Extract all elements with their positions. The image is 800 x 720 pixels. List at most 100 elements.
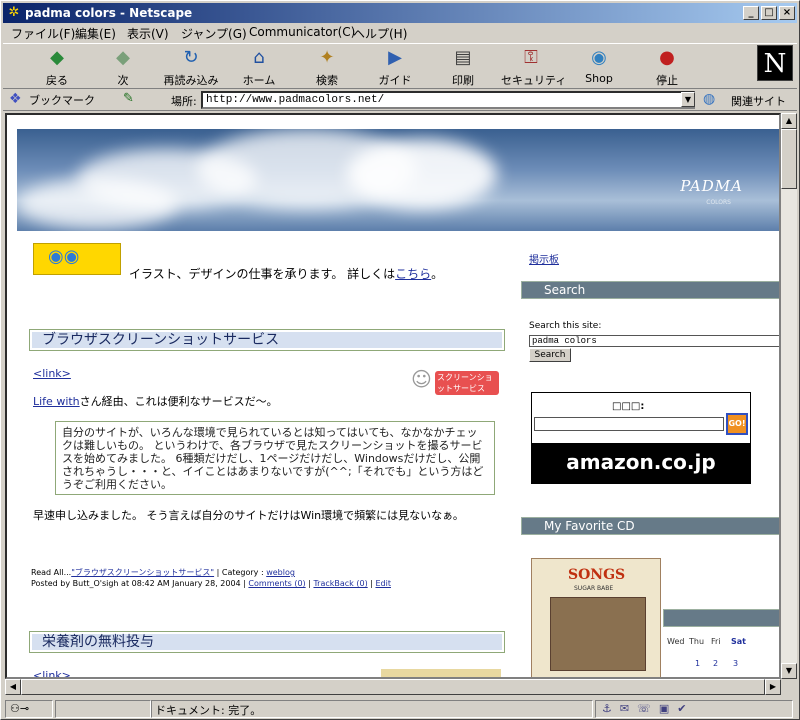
toolbar-button-label: 次 <box>117 74 129 87</box>
character-icon: ☺ <box>411 367 432 391</box>
toolbar-button-forward-arrow[interactable]: ◆ 次 <box>93 46 153 88</box>
toolbar-button-label: 停止 <box>656 74 678 87</box>
post-quote: 自分のサイトが、いろんな環境で見られているとは知ってはいても、なかなかチェックは… <box>55 421 495 495</box>
search-label: Search this site: <box>529 321 602 331</box>
lock-icon: ⚿ <box>524 47 538 68</box>
forward-arrow-icon: ◆ <box>116 47 130 68</box>
life-with-link[interactable]: Life with <box>33 395 80 408</box>
post2-title-box: 栄養剤の無料投与 <box>29 631 505 653</box>
component-icons[interactable]: ⚓✉☏▣✔ <box>602 702 694 715</box>
search-icon: ✦ <box>319 47 335 68</box>
scroll-left-button[interactable]: ◀ <box>5 679 21 695</box>
horizontal-scroll-thumb[interactable] <box>21 679 765 695</box>
horizontal-scrollbar[interactable]: ◀ ▶ <box>5 679 781 695</box>
toolbar-button-print[interactable]: ▤ 印刷 <box>433 46 493 88</box>
toolbar-button-label: セキュリティ <box>501 74 567 87</box>
promo-details-link[interactable]: こちら <box>395 267 431 281</box>
related-sites-button[interactable]: 関連サイト <box>731 93 786 109</box>
trackback-link[interactable]: TrackBack (0) <box>313 579 367 588</box>
edit-link[interactable]: Edit <box>375 579 391 588</box>
toolbar-button-back-arrow[interactable]: ◆ 戻る <box>27 46 87 88</box>
badge-label: スクリーンショットサービス <box>435 371 499 395</box>
location-toolbar: ❖ ブックマーク ✎ 場所: http://www.padmacolors.ne… <box>3 89 797 111</box>
posted-by: Posted by Butt_O'sigh at 08:42 AM Januar… <box>31 579 249 588</box>
promo-illustration: ◉◉ <box>33 243 121 275</box>
cd-artist: SUGAR BABE <box>574 585 614 592</box>
search-button[interactable]: Search <box>529 348 571 362</box>
vertical-scroll-thumb[interactable] <box>781 129 797 189</box>
calendar-day-wed: Wed <box>667 637 685 646</box>
bbs-link[interactable]: 掲示板 <box>529 251 559 266</box>
promo-text: イラスト、デザインの仕事を承ります。 詳しくはこちら。 <box>129 265 443 282</box>
location-input[interactable]: http://www.padmacolors.net/ <box>201 91 695 109</box>
menu-help[interactable]: ヘルプ(H) <box>353 25 407 42</box>
amazon-search-input[interactable] <box>534 417 724 431</box>
scroll-down-button[interactable]: ▼ <box>781 663 797 679</box>
menu-view[interactable]: 表示(V) <box>127 25 169 42</box>
menu-edit[interactable]: 編集(E) <box>75 25 116 42</box>
menu-communicator[interactable]: Communicator(C) <box>249 25 355 39</box>
toolbar-button-shop[interactable]: ◉ Shop <box>569 46 629 88</box>
title-bar[interactable]: ✲ padma colors - Netscape _ □ × <box>3 3 797 23</box>
calendar-date-1[interactable]: 1 <box>695 659 700 668</box>
post2-link[interactable]: <link> <box>33 669 71 677</box>
browser-window: ✲ padma colors - Netscape _ □ × ファイル(F) … <box>0 0 800 720</box>
comments-link[interactable]: Comments (0) <box>248 579 305 588</box>
post2-title[interactable]: 栄養剤の無料投与 <box>32 634 502 650</box>
component-bar: ⚓✉☏▣✔ <box>595 700 793 718</box>
promo-end: 。 <box>431 267 444 281</box>
vertical-scrollbar[interactable]: ▲ ▼ <box>781 113 797 679</box>
scroll-right-button[interactable]: ▶ <box>765 679 781 695</box>
amazon-logo[interactable]: amazon.co.jp <box>532 443 750 483</box>
home-icon: ⌂ <box>253 47 265 68</box>
security-status-box[interactable]: ⚇⊸ <box>5 700 53 718</box>
window-title: padma colors - Netscape <box>25 6 193 20</box>
cd-cover-image[interactable]: SONGS SUGAR BABE <box>531 558 661 677</box>
toolbar-button-search[interactable]: ✦ 検索 <box>297 46 357 88</box>
menu-bar: ファイル(F) 編集(E) 表示(V) ジャンプ(G) Communicator… <box>3 23 797 42</box>
amazon-search-widget: □□□: GO! amazon.co.jp <box>531 392 751 484</box>
reload-icon: ↻ <box>183 47 199 68</box>
calendar-date-2[interactable]: 2 <box>713 659 718 668</box>
sidebar: 掲示板 Search Search this site: padma color… <box>521 115 779 677</box>
maximize-button[interactable]: □ <box>761 6 777 20</box>
search-input[interactable]: padma colors <box>529 335 779 347</box>
toolbar-button-home[interactable]: ⌂ ホーム <box>229 46 289 88</box>
favorite-cd-heading: My Favorite CD <box>521 517 779 535</box>
status-text: ドキュメント: 完了。 <box>155 704 262 717</box>
toolbar-button-stop[interactable]: ● 停止 <box>637 46 697 88</box>
post2-image <box>381 669 501 677</box>
calendar-date-3[interactable]: 3 <box>733 659 738 668</box>
guide-icon: ▶ <box>388 47 402 68</box>
amazon-label: □□□: <box>612 401 645 412</box>
toolbar-button-reload[interactable]: ↻ 再読み込み <box>161 46 221 88</box>
post-link[interactable]: <link> <box>33 367 71 380</box>
toolbar-button-guide[interactable]: ▶ ガイド <box>365 46 425 88</box>
read-all-link[interactable]: "ブラウザスクリーンショットサービス" <box>71 568 214 577</box>
menu-file[interactable]: ファイル(F) <box>11 25 75 42</box>
bookmarks-button[interactable]: ブックマーク <box>29 92 95 108</box>
minimize-button[interactable]: _ <box>743 6 759 20</box>
print-icon: ▤ <box>454 47 472 68</box>
navigation-toolbar: ◆ 戻る ◆ 次 ↻ 再読み込み ⌂ ホーム ✦ 検索 ▶ ガイド ▤ 印刷 ⚿ セキュリティ ◉ Shop ● 停止 <box>3 43 797 89</box>
post-footer: Read All..."ブラウザスクリーンショットサービス" | Categor… <box>31 568 391 588</box>
calendar-day-thu: Thu <box>689 637 705 646</box>
category-link[interactable]: weblog <box>266 568 295 577</box>
screenshot-service-badge: ☺ スクリーンショットサービス <box>411 367 501 399</box>
post-body: 早速申し込みました。 そう言えば自分のサイトだけはWin環境で頻繁には見ないなぁ… <box>33 509 464 522</box>
menu-jump[interactable]: ジャンプ(G) <box>181 25 247 42</box>
amazon-go-button[interactable]: GO! <box>726 413 748 435</box>
cd-photo <box>550 597 646 671</box>
scroll-up-button[interactable]: ▲ <box>781 113 797 129</box>
toolbar-button-lock[interactable]: ⚿ セキュリティ <box>501 46 567 88</box>
toolbar-button-label: ガイド <box>378 74 412 87</box>
page-proxy-icon[interactable]: ✎ <box>123 91 134 106</box>
toolbar-button-label: 再読み込み <box>163 74 219 87</box>
location-dropdown-button[interactable]: ▼ <box>681 92 695 107</box>
read-all-label: Read All... <box>31 568 72 577</box>
close-button[interactable]: × <box>779 6 795 20</box>
post-title[interactable]: ブラウザスクリーンショットサービス <box>32 332 502 348</box>
toolbar-button-label: 検索 <box>316 74 338 87</box>
location-label: 場所: <box>171 95 197 108</box>
toolbar-button-label: Shop <box>585 72 613 85</box>
